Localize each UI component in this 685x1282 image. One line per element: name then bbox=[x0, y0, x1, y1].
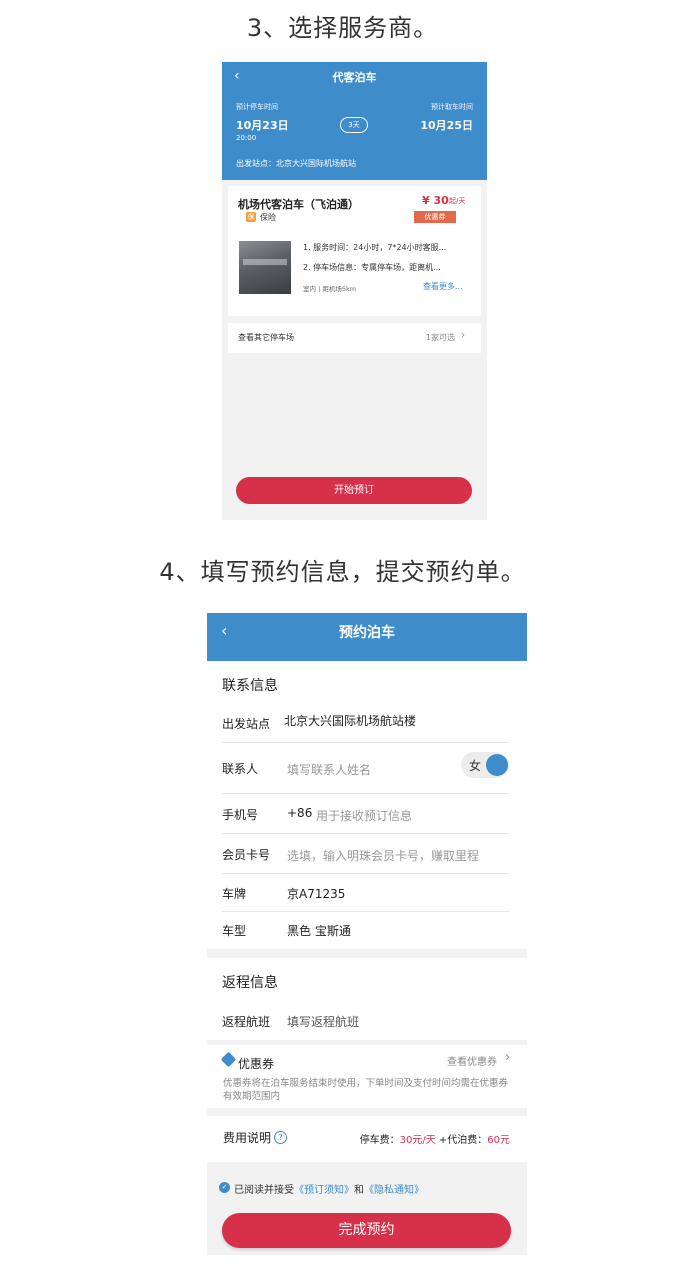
plate-label: 车牌 bbox=[222, 887, 247, 901]
contact-label: 联系人 bbox=[222, 762, 259, 776]
coupon-title: 优惠券 bbox=[238, 1057, 275, 1071]
toggle-knob bbox=[486, 754, 508, 776]
member-card-label: 会员卡号 bbox=[222, 848, 271, 862]
provider-card[interactable]: 机场代客泊车（飞泊通） 保 保险 ¥ 30 起/天 优惠券 1. 服务时间：24… bbox=[228, 186, 481, 316]
valet-fee-value: 60元 bbox=[487, 1135, 510, 1146]
insurance-icon: 保 bbox=[246, 212, 256, 222]
station-value: 北京大兴国际机场航站楼 bbox=[284, 714, 417, 728]
car-model-label: 车型 bbox=[222, 924, 247, 938]
agreement-text: 已阅读并接受《预订须知》和《隐私通知》 bbox=[234, 1181, 424, 1196]
contact-section-title: 联系信息 bbox=[222, 678, 278, 694]
divider bbox=[222, 742, 509, 743]
price: ¥ 30 bbox=[422, 194, 449, 207]
valet-fee-label: +代泊费： bbox=[435, 1135, 488, 1146]
gender-toggle[interactable]: 女 bbox=[461, 752, 509, 778]
days-badge: 3天 bbox=[340, 117, 368, 133]
parking-lot-photo bbox=[239, 241, 291, 294]
lot-info-line: 2. 停车场信息：专属停车场，距离机... bbox=[303, 263, 441, 272]
departure-station: 出发站点：北京大兴国际机场航站 bbox=[236, 159, 356, 168]
other-lots-label: 查看其它停车场 bbox=[238, 333, 294, 342]
screen1-header: ‹ 代客泊车 预计停车时间 10月23日 20:00 3天 预计取车时间 10月… bbox=[222, 62, 487, 180]
car-model-input[interactable]: 黑色 宝斯通 bbox=[287, 922, 351, 939]
other-lots-row[interactable]: 查看其它停车场 1家可选 › bbox=[228, 323, 481, 353]
return-flight-label: 返程航班 bbox=[222, 1015, 271, 1029]
coupon-section[interactable]: 优惠券 查看优惠券 › 优惠券将在泊车服务结束时使用，下单时间及支付时间均需在优… bbox=[207, 1045, 527, 1108]
return-section-title: 返程信息 bbox=[222, 975, 278, 991]
lot-meta: 室内 | 距机场5km bbox=[303, 285, 357, 293]
chevron-right-icon: › bbox=[461, 330, 465, 341]
view-coupons-link[interactable]: 查看优惠券 bbox=[447, 1053, 497, 1068]
fee-label: 费用说明 bbox=[223, 1131, 272, 1145]
park-time-label: 预计停车时间 bbox=[236, 103, 278, 111]
chevron-right-icon: › bbox=[505, 1050, 511, 1065]
screen-booking-form: ‹ 预约泊车 联系信息 出发站点 北京大兴国际机场航站楼 联系人 填写联系人姓名… bbox=[207, 613, 527, 1255]
fee-section: 费用说明 ? 停车费：30元/天 +代泊费：60元 bbox=[207, 1116, 527, 1162]
plate-input[interactable]: 京A71235 bbox=[287, 885, 345, 902]
agree-and: 和 bbox=[354, 1185, 364, 1196]
privacy-notice-link[interactable]: 《隐私通知》 bbox=[364, 1185, 424, 1196]
other-lots-count: 1家可选 bbox=[425, 333, 455, 342]
contact-name-input[interactable]: 填写联系人姓名 bbox=[287, 761, 371, 778]
phone-label: 手机号 bbox=[222, 808, 259, 822]
service-time-line: 1. 服务时间：24小时，7*24小时客服... bbox=[303, 243, 447, 252]
submit-booking-button[interactable]: 完成预约 bbox=[222, 1213, 511, 1248]
see-more-link[interactable]: 查看更多... bbox=[423, 281, 463, 292]
screen-select-provider: ‹ 代客泊车 预计停车时间 10月23日 20:00 3天 预计取车时间 10月… bbox=[222, 62, 487, 520]
page-title: 预约泊车 bbox=[339, 625, 395, 641]
insurance-label: 保险 bbox=[260, 213, 276, 222]
parking-fee-value: 30元/天 bbox=[399, 1135, 436, 1146]
provider-name: 机场代客泊车（飞泊通） bbox=[238, 198, 359, 211]
booking-terms-link[interactable]: 《预订须知》 bbox=[294, 1185, 354, 1196]
return-flight-input[interactable]: 填写返程航班 bbox=[287, 1013, 359, 1030]
coupon-description: 优惠券将在泊车服务结束时使用，下单时间及支付时间均需在优惠券有效期范围内 bbox=[223, 1078, 509, 1102]
divider bbox=[222, 911, 509, 912]
phone-prefix[interactable]: +86 bbox=[287, 806, 312, 820]
start-booking-button[interactable]: 开始预订 bbox=[236, 477, 472, 504]
pickup-time-label: 预计取车时间 bbox=[431, 103, 473, 111]
divider bbox=[222, 793, 509, 794]
price-unit: 起/天 bbox=[449, 197, 466, 205]
fee-breakdown: 停车费：30元/天 +代泊费：60元 bbox=[360, 1131, 510, 1146]
gender-label: 女 bbox=[469, 759, 482, 773]
member-card-input[interactable]: 选填，输入明珠会员卡号，赚取里程 bbox=[287, 847, 479, 864]
parking-fee-label: 停车费： bbox=[359, 1135, 400, 1146]
agree-checkbox[interactable]: ✓ bbox=[219, 1182, 230, 1193]
help-icon[interactable]: ? bbox=[274, 1131, 287, 1144]
return-section: 返程信息 返程航班 填写返程航班 bbox=[207, 958, 527, 1040]
divider bbox=[222, 873, 509, 874]
phone-input[interactable]: 用于接收预订信息 bbox=[316, 807, 412, 824]
divider bbox=[222, 833, 509, 834]
page-title: 代客泊车 bbox=[332, 71, 377, 84]
agree-prefix: 已阅读并接受 bbox=[234, 1185, 294, 1196]
tag-icon bbox=[220, 1051, 237, 1068]
park-date[interactable]: 10月23日 bbox=[236, 117, 289, 133]
station-label: 出发站点 bbox=[222, 717, 271, 731]
coupon-badge: 优惠券 bbox=[414, 211, 456, 223]
park-time: 20:00 bbox=[236, 134, 257, 142]
pickup-date[interactable]: 10月25日 bbox=[420, 117, 473, 133]
contact-section: 联系信息 出发站点 北京大兴国际机场航站楼 联系人 填写联系人姓名 女 手机号 … bbox=[207, 661, 527, 949]
step4-title: 4、填写预约信息，提交预约单。 bbox=[159, 558, 526, 586]
screen2-header: ‹ 预约泊车 bbox=[207, 613, 527, 661]
step3-title: 3、选择服务商。 bbox=[246, 14, 439, 42]
